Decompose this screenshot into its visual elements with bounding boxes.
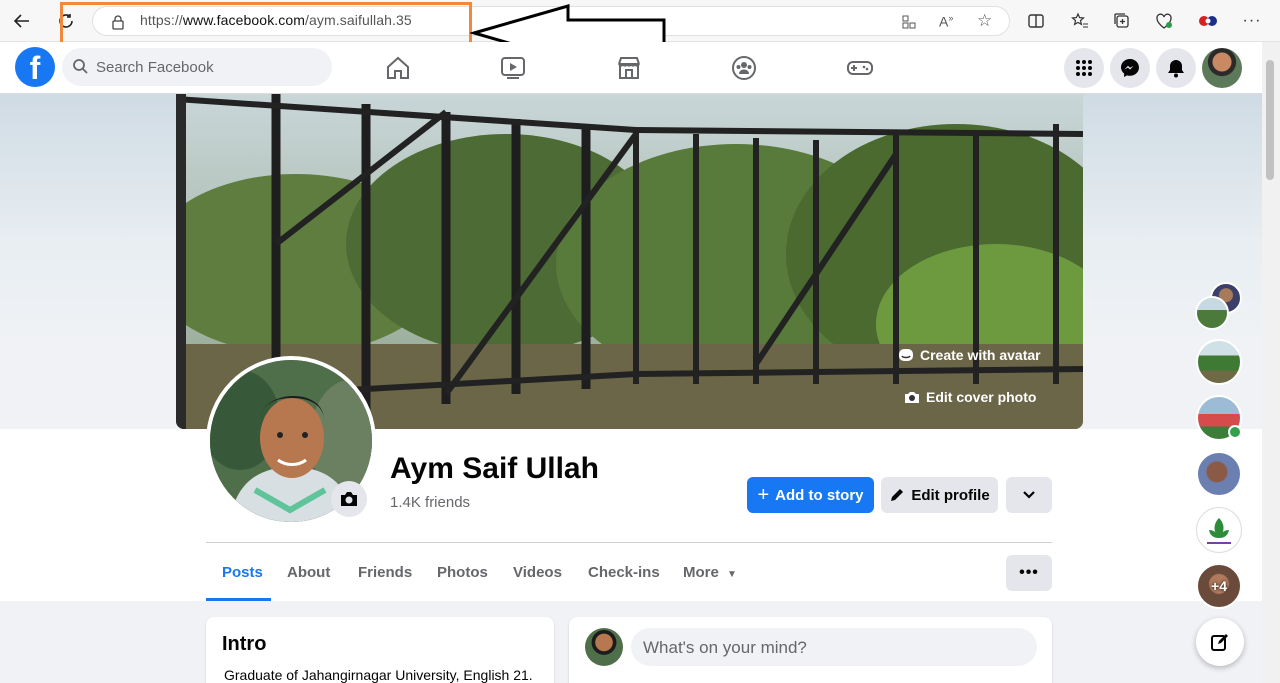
contact-avatar[interactable] <box>1196 507 1242 553</box>
create-avatar-label: Create with avatar <box>920 347 1041 363</box>
scroll-thumb[interactable] <box>1266 60 1274 180</box>
facebook-logo[interactable]: f <box>15 47 55 87</box>
more-options-button[interactable]: ••• <box>1006 555 1052 591</box>
profile-name: Aym Saif Ullah <box>390 452 599 485</box>
tab-friends[interactable]: Friends <box>358 564 412 581</box>
ellipsis-icon: ••• <box>1019 564 1039 581</box>
plus-icon: + <box>757 483 770 506</box>
grid-icon <box>1076 60 1092 76</box>
edit-profile-button[interactable]: Edit profile <box>881 477 998 513</box>
menu-grid-button[interactable] <box>1064 48 1104 88</box>
tab-more-label: More <box>683 564 719 581</box>
tab-posts[interactable]: Posts <box>222 564 263 581</box>
notifications-button[interactable] <box>1156 48 1196 88</box>
contact-avatar[interactable] <box>1196 451 1242 497</box>
search-box[interactable]: Search Facebook <box>62 48 332 86</box>
post-composer: What's on your mind? <box>569 617 1052 683</box>
split-screen-icon[interactable] <box>1022 7 1050 35</box>
create-with-avatar-button[interactable]: Create with avatar <box>898 340 1041 370</box>
app-available-icon[interactable] <box>901 14 917 30</box>
composer-placeholder: What's on your mind? <box>643 638 807 657</box>
more-contacts-button[interactable]: +4 <box>1196 563 1242 609</box>
profile-options-dropdown[interactable] <box>1006 477 1052 513</box>
add-to-story-button[interactable]: + Add to story <box>747 477 874 513</box>
search-icon <box>73 59 88 74</box>
contact-avatar[interactable] <box>1196 339 1242 385</box>
contact-avatar[interactable] <box>1195 296 1229 330</box>
pencil-icon <box>891 489 904 501</box>
intro-title: Intro <box>222 633 267 655</box>
tab-videos[interactable]: Videos <box>513 564 562 581</box>
gaming-icon[interactable] <box>846 54 874 82</box>
groups-icon[interactable] <box>730 54 758 82</box>
browser-essentials-icon[interactable] <box>1150 7 1178 35</box>
messenger-icon <box>1121 59 1139 77</box>
page-scrollbar[interactable] <box>1262 42 1280 683</box>
messenger-button[interactable] <box>1110 48 1150 88</box>
profile-divider <box>206 542 1052 543</box>
collections-icon[interactable] <box>1108 7 1136 35</box>
tab-check-ins[interactable]: Check-ins <box>588 564 660 581</box>
read-aloud-icon[interactable]: A» <box>939 13 953 30</box>
camera-icon <box>905 392 919 403</box>
organization-logo <box>1207 518 1231 544</box>
extension-icon[interactable] <box>1194 7 1222 35</box>
update-profile-picture-button[interactable] <box>331 481 367 517</box>
intro-bio: Graduate of Jahangirnagar University, En… <box>224 667 533 683</box>
edit-cover-label: Edit cover photo <box>926 389 1037 405</box>
new-message-button[interactable] <box>1196 618 1244 666</box>
whats-on-your-mind-input[interactable]: What's on your mind? <box>631 628 1037 666</box>
camera-icon <box>341 492 357 506</box>
watch-icon[interactable] <box>499 54 527 82</box>
active-tab-indicator <box>206 598 271 601</box>
settings-more-icon[interactable]: ··· <box>1238 7 1266 35</box>
tab-photos[interactable]: Photos <box>437 564 488 581</box>
back-icon[interactable] <box>8 7 36 35</box>
tab-about[interactable]: About <box>287 564 330 581</box>
edit-profile-label: Edit profile <box>911 486 990 504</box>
online-status-indicator <box>1228 425 1242 439</box>
add-to-story-label: Add to story <box>775 486 864 504</box>
search-placeholder: Search Facebook <box>96 59 214 76</box>
compose-icon <box>1211 634 1228 651</box>
intro-card: Intro Graduate of Jahangirnagar Universi… <box>206 617 554 683</box>
friends-count[interactable]: 1.4K friends <box>390 494 470 511</box>
composer-avatar[interactable] <box>585 628 623 666</box>
url-annotation-box <box>60 2 472 46</box>
edit-cover-photo-button[interactable]: Edit cover photo <box>904 382 1036 412</box>
caret-down-icon: ▼ <box>727 569 737 580</box>
facebook-top-nav: f Search Facebook <box>0 42 1262 94</box>
home-icon[interactable] <box>384 54 412 82</box>
account-avatar[interactable] <box>1202 48 1242 88</box>
browser-toolbar: A» ☆ https://www.facebook.com/aym.saiful… <box>0 0 1280 62</box>
avatar-icon <box>899 349 913 361</box>
favorites-icon[interactable] <box>1066 7 1094 35</box>
tab-more[interactable]: More ▼ <box>683 564 737 581</box>
chevron-down-icon <box>1023 491 1035 499</box>
favorite-star-icon[interactable]: ☆ <box>977 11 992 31</box>
bell-icon <box>1168 60 1184 78</box>
marketplace-icon[interactable] <box>615 54 643 82</box>
more-contacts-count: +4 <box>1211 578 1227 594</box>
